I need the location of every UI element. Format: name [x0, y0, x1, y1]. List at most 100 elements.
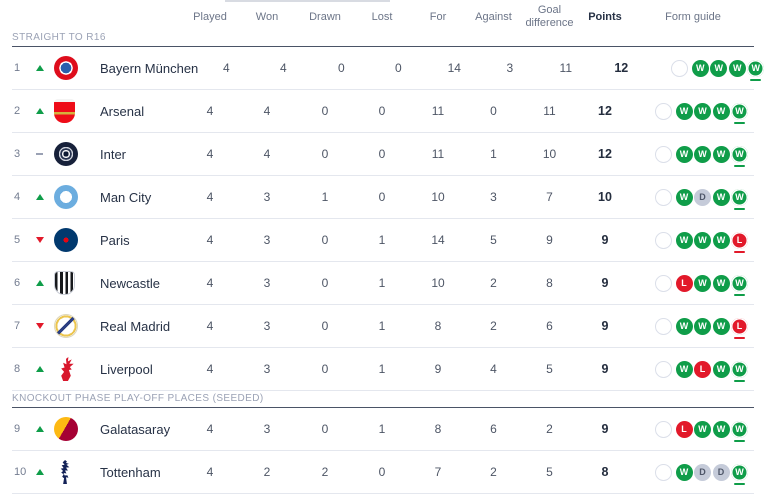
- form-guide: LWWW: [632, 275, 754, 292]
- form-result-w-icon[interactable]: W: [747, 60, 764, 77]
- stat-points: 12: [578, 147, 632, 161]
- team-name: Liverpool: [88, 362, 182, 377]
- form-result-w-icon[interactable]: W: [713, 146, 730, 163]
- form-result-w-icon[interactable]: W: [694, 318, 711, 335]
- form-result-w-icon[interactable]: W: [710, 60, 727, 77]
- table-row[interactable]: 7 Real Madrid 4 3 0 1 8 2 6 9 WWWL: [12, 305, 754, 348]
- movement-up-icon: [36, 366, 54, 372]
- team-crest-cell: [54, 56, 88, 80]
- stat-goals-against: 2: [466, 319, 521, 333]
- form-result-w-icon[interactable]: W: [731, 103, 748, 120]
- table-row[interactable]: 8 Liverpool 4 3 0 1 9 4 5 9 WLWW: [12, 348, 754, 391]
- team-name: Galatasaray: [88, 422, 182, 437]
- form-empty-slot-icon: [655, 361, 672, 378]
- form-empty-slot-icon: [655, 421, 672, 438]
- form-result-l-icon[interactable]: L: [731, 232, 748, 249]
- form-guide: WLWW: [632, 361, 754, 378]
- position-number: 6: [12, 277, 36, 289]
- form-empty-slot-icon: [655, 275, 672, 292]
- form-result-w-icon[interactable]: W: [694, 232, 711, 249]
- form-result-d-icon[interactable]: D: [694, 464, 711, 481]
- form-result-l-icon[interactable]: L: [676, 275, 693, 292]
- form-guide: WDDW: [632, 464, 754, 481]
- form-result-w-icon[interactable]: W: [729, 60, 746, 77]
- movement-down-icon: [36, 237, 54, 243]
- form-result-w-icon[interactable]: W: [694, 275, 711, 292]
- table-row[interactable]: 2 Arsenal 4 4 0 0 11 0 11 12 WWWW: [12, 90, 754, 133]
- form-result-w-icon[interactable]: W: [694, 146, 711, 163]
- form-result-d-icon[interactable]: D: [713, 464, 730, 481]
- form-result-w-icon[interactable]: W: [731, 189, 748, 206]
- stat-goals-against: 3: [466, 190, 521, 204]
- stat-drawn: 1: [296, 190, 354, 204]
- stat-lost: 1: [354, 276, 410, 290]
- form-result-w-icon[interactable]: W: [713, 232, 730, 249]
- inter-crest-icon: [54, 142, 78, 166]
- form-result-w-icon[interactable]: W: [713, 318, 730, 335]
- table-row[interactable]: 9 Galatasaray 4 3 0 1 8 6 2 9 LWWW: [12, 408, 754, 451]
- stat-goals-against: 1: [466, 147, 521, 161]
- stat-points: 12: [578, 104, 632, 118]
- table-section: KNOCKOUT PHASE PLAY-OFF PLACES (SEEDED) …: [12, 391, 754, 494]
- table-row[interactable]: 3 Inter 4 4 0 0 11 1 10 12 WWWW: [12, 133, 754, 176]
- stat-played: 4: [182, 276, 238, 290]
- form-result-w-icon[interactable]: W: [731, 275, 748, 292]
- form-result-w-icon[interactable]: W: [713, 361, 730, 378]
- table-row[interactable]: 10 Tottenham 4 2 2 0 7 2 5 8 WDDW: [12, 451, 754, 494]
- form-result-w-icon[interactable]: W: [676, 146, 693, 163]
- stat-won: 3: [238, 190, 296, 204]
- paris-crest-icon: [54, 228, 78, 252]
- stat-drawn: 0: [296, 319, 354, 333]
- column-header-played: Played: [182, 11, 238, 24]
- form-result-w-icon[interactable]: W: [713, 189, 730, 206]
- section-rows: 1 Bayern München 4 4 0 0 14 3 11 12 WWWW…: [12, 47, 754, 391]
- table-row[interactable]: 6 Newcastle 4 3 0 1 10 2 8 9 LWWW: [12, 262, 754, 305]
- form-empty-slot-icon: [655, 464, 672, 481]
- form-result-w-icon[interactable]: W: [694, 103, 711, 120]
- form-result-w-icon[interactable]: W: [676, 318, 693, 335]
- stat-points: 10: [578, 190, 632, 204]
- form-guide: WWWL: [632, 318, 754, 335]
- form-result-w-icon[interactable]: W: [676, 464, 693, 481]
- team-crest-cell: [54, 417, 88, 441]
- form-result-w-icon[interactable]: W: [676, 361, 693, 378]
- form-result-w-icon[interactable]: W: [731, 361, 748, 378]
- form-result-w-icon[interactable]: W: [713, 103, 730, 120]
- movement-up-icon: [36, 469, 54, 475]
- form-result-l-icon[interactable]: L: [694, 361, 711, 378]
- stat-goal-difference: 5: [521, 465, 578, 479]
- team-crest-cell: [54, 185, 88, 209]
- form-result-w-icon[interactable]: W: [713, 275, 730, 292]
- stat-points: 9: [578, 362, 632, 376]
- table-row[interactable]: 5 Paris 4 3 0 1 14 5 9 9 WWWL: [12, 219, 754, 262]
- form-guide: LWWW: [632, 421, 754, 438]
- form-result-w-icon[interactable]: W: [676, 232, 693, 249]
- form-result-l-icon[interactable]: L: [676, 421, 693, 438]
- form-result-w-icon[interactable]: W: [713, 421, 730, 438]
- table-row[interactable]: 4 Man City 4 3 1 0 10 3 7 10 WDWW: [12, 176, 754, 219]
- form-result-w-icon[interactable]: W: [731, 421, 748, 438]
- form-result-l-icon[interactable]: L: [731, 318, 748, 335]
- position-number: 4: [12, 191, 36, 203]
- form-result-d-icon[interactable]: D: [694, 189, 711, 206]
- stat-played: 4: [182, 233, 238, 247]
- stat-drawn: 0: [296, 233, 354, 247]
- form-result-w-icon[interactable]: W: [676, 189, 693, 206]
- form-empty-slot-icon: [671, 60, 688, 77]
- form-guide: WWWW: [632, 103, 754, 120]
- section-rows: 9 Galatasaray 4 3 0 1 8 6 2 9 LWWW 10 To…: [12, 408, 754, 494]
- form-result-w-icon[interactable]: W: [676, 103, 693, 120]
- team-name: Tottenham: [88, 465, 182, 480]
- stat-points: 9: [578, 319, 632, 333]
- stat-points: 9: [578, 422, 632, 436]
- form-result-w-icon[interactable]: W: [731, 146, 748, 163]
- form-result-w-icon[interactable]: W: [731, 464, 748, 481]
- form-empty-slot-icon: [655, 103, 672, 120]
- table-row[interactable]: 1 Bayern München 4 4 0 0 14 3 11 12 WWWW: [12, 47, 754, 90]
- stat-lost: 1: [354, 422, 410, 436]
- stat-won: 3: [238, 362, 296, 376]
- form-result-w-icon[interactable]: W: [694, 421, 711, 438]
- form-result-w-icon[interactable]: W: [692, 60, 709, 77]
- team-crest-cell: [54, 228, 88, 252]
- position-number: 10: [12, 466, 36, 478]
